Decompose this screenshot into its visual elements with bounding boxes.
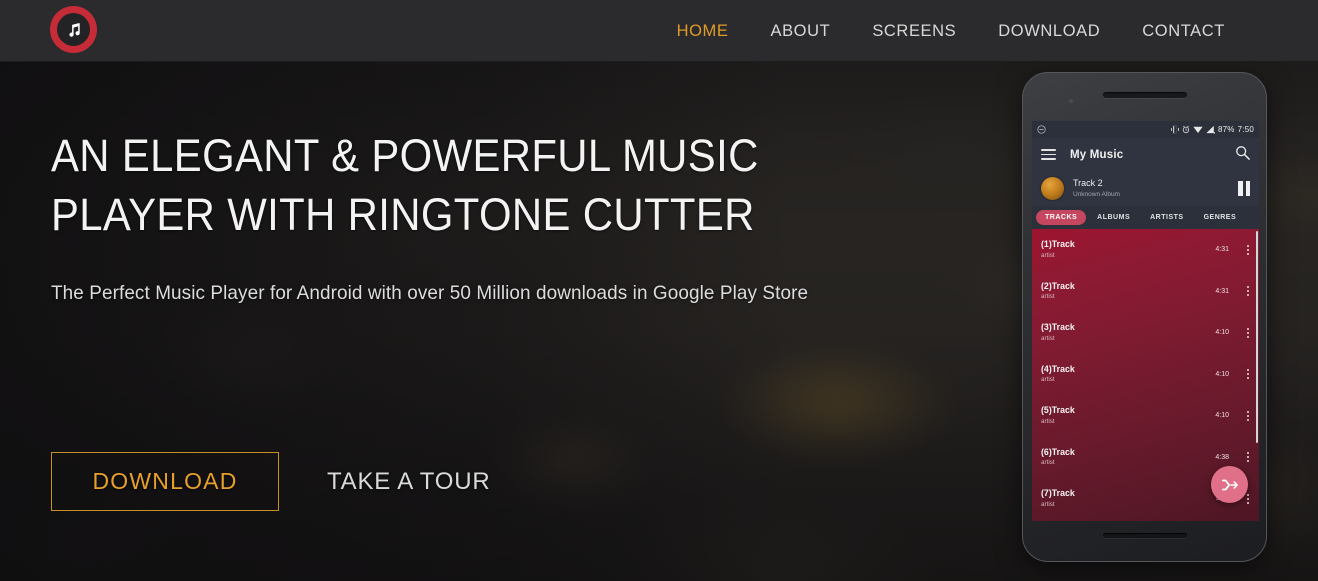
- tab-albums[interactable]: ALBUMS: [1088, 210, 1139, 225]
- track-artist: artist: [1041, 334, 1055, 342]
- track-title: (5)Track: [1041, 405, 1075, 416]
- battery-percent: 87%: [1218, 125, 1235, 134]
- track-meta: (6)Track artist: [1041, 447, 1075, 468]
- navbar: HOME ABOUT SCREENS DOWNLOAD CONTACT: [0, 0, 1318, 62]
- track-list: (1)Track artist 4:31 (2)Track artist 4:3…: [1032, 229, 1259, 521]
- track-duration: 4:38: [1215, 453, 1229, 461]
- overflow-menu-icon[interactable]: [1243, 410, 1253, 421]
- tab-artists[interactable]: ARTISTS: [1141, 210, 1192, 225]
- track-title: (2)Track: [1041, 280, 1075, 291]
- overflow-menu-icon[interactable]: [1243, 327, 1253, 338]
- site-logo[interactable]: [50, 6, 97, 53]
- hero-actions: DOWNLOAD TAKE A TOUR: [51, 452, 491, 511]
- overflow-menu-icon[interactable]: [1243, 452, 1253, 463]
- track-title: (7)Track: [1041, 488, 1075, 499]
- phone-screen: 87% 7:50 My Music Track 2 Unknown Album …: [1032, 121, 1259, 521]
- do-not-disturb-icon: [1037, 125, 1046, 134]
- table-row[interactable]: (2)Track artist 4:31: [1032, 271, 1259, 313]
- table-row[interactable]: (5)Track artist 4:10: [1032, 395, 1259, 437]
- pause-icon[interactable]: [1238, 181, 1250, 196]
- alarm-icon: [1182, 125, 1190, 134]
- app-bar-title: My Music: [1070, 148, 1124, 161]
- take-a-tour-button[interactable]: TAKE A TOUR: [327, 468, 491, 496]
- phone-bottom-bezel: [1023, 519, 1266, 561]
- phone-top-bezel: [1023, 73, 1266, 121]
- nav-item-download[interactable]: DOWNLOAD: [977, 0, 1121, 62]
- list-scrollbar[interactable]: [1256, 231, 1258, 443]
- nav-item-screens[interactable]: SCREENS: [851, 0, 977, 62]
- track-title: (1)Track: [1041, 239, 1075, 250]
- track-meta: (3)Track artist: [1041, 322, 1075, 343]
- bottom-speaker-grille: [1102, 533, 1187, 538]
- track-duration: 4:10: [1215, 412, 1229, 420]
- track-title: (3)Track: [1041, 322, 1075, 333]
- track-meta: (7)Track artist: [1041, 488, 1075, 509]
- now-playing-bar[interactable]: Track 2 Unknown Album: [1032, 171, 1259, 206]
- nav-item-contact[interactable]: CONTACT: [1121, 0, 1246, 62]
- track-meta: (2)Track artist: [1041, 281, 1075, 302]
- tab-tracks[interactable]: TRACKS: [1036, 210, 1087, 225]
- track-duration: 4:31: [1215, 246, 1229, 254]
- table-row[interactable]: (4)Track artist 4:10: [1032, 354, 1259, 396]
- track-duration: 4:31: [1215, 287, 1229, 295]
- overflow-menu-icon[interactable]: [1243, 286, 1253, 297]
- download-button[interactable]: DOWNLOAD: [51, 452, 279, 511]
- hero-subtitle: The Perfect Music Player for Android wit…: [51, 282, 809, 304]
- album-art: [1041, 177, 1064, 200]
- logo-inner: [57, 13, 90, 46]
- shuffle-icon[interactable]: [1211, 466, 1248, 503]
- logo-ring: [50, 6, 97, 53]
- track-meta: (4)Track artist: [1041, 364, 1075, 385]
- tab-genres[interactable]: GENRES: [1195, 210, 1246, 225]
- phone-mockup: 87% 7:50 My Music Track 2 Unknown Album …: [1022, 72, 1267, 562]
- track-artist: artist: [1041, 500, 1055, 508]
- now-playing-title: Track 2: [1073, 178, 1103, 189]
- track-artist: artist: [1041, 417, 1055, 425]
- status-bar-left: [1037, 125, 1046, 134]
- status-bar-clock: 7:50: [1237, 125, 1254, 134]
- hamburger-icon[interactable]: [1041, 149, 1056, 160]
- overflow-menu-icon[interactable]: [1243, 369, 1253, 380]
- track-title: (6)Track: [1041, 446, 1075, 457]
- track-duration: 4:10: [1215, 329, 1229, 337]
- landing-page: HOME ABOUT SCREENS DOWNLOAD CONTACT AN E…: [0, 0, 1318, 581]
- wifi-icon: [1193, 126, 1203, 133]
- nav-menu: HOME ABOUT SCREENS DOWNLOAD CONTACT: [656, 0, 1246, 62]
- app-bar: My Music: [1032, 138, 1259, 171]
- earpiece-speaker: [1102, 92, 1187, 98]
- track-title: (4)Track: [1041, 363, 1075, 374]
- now-playing-meta: Track 2 Unknown Album: [1073, 178, 1120, 198]
- hero-content: AN ELEGANT & POWERFUL MUSIC PLAYER WITH …: [51, 126, 881, 316]
- table-row[interactable]: (3)Track artist 4:10: [1032, 312, 1259, 354]
- track-artist: artist: [1041, 459, 1055, 467]
- now-playing-album: Unknown Album: [1073, 190, 1120, 198]
- track-artist: artist: [1041, 251, 1055, 259]
- track-artist: artist: [1041, 376, 1055, 384]
- track-artist: artist: [1041, 293, 1055, 301]
- library-tabs: TRACKS ALBUMS ARTISTS GENRES: [1032, 206, 1259, 229]
- track-meta: (5)Track artist: [1041, 405, 1075, 426]
- track-meta: (1)Track artist: [1041, 239, 1075, 260]
- nav-item-home[interactable]: HOME: [656, 0, 750, 62]
- status-bar-right: 87% 7:50: [1171, 125, 1254, 134]
- music-note-logo-icon: [68, 22, 80, 37]
- page-title: AN ELEGANT & POWERFUL MUSIC PLAYER WITH …: [51, 130, 759, 240]
- table-row[interactable]: (1)Track artist 4:31: [1032, 229, 1259, 271]
- track-duration: 4:10: [1215, 370, 1229, 378]
- front-camera: [1069, 99, 1073, 103]
- overflow-menu-icon[interactable]: [1243, 244, 1253, 255]
- signal-icon: [1206, 125, 1215, 134]
- search-icon[interactable]: [1235, 145, 1250, 165]
- nav-item-about[interactable]: ABOUT: [749, 0, 851, 62]
- android-status-bar: 87% 7:50: [1032, 121, 1259, 138]
- vibrate-icon: [1171, 125, 1179, 134]
